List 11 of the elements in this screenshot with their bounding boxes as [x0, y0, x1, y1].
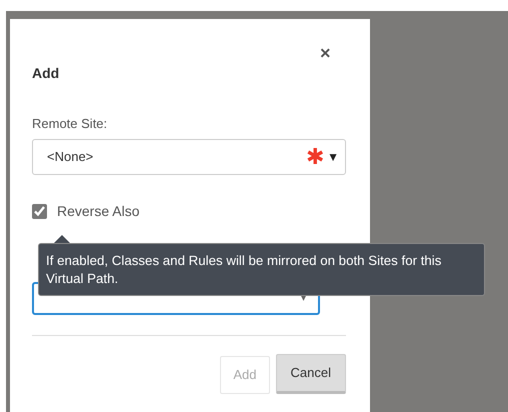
- remote-site-select[interactable]: <None> ✱▼: [32, 138, 346, 174]
- dialog-title: Add: [32, 64, 60, 83]
- select-value: <None>: [47, 148, 94, 166]
- close-button[interactable]: ×: [320, 44, 331, 62]
- checkbox-label: Reverse Also: [57, 202, 140, 220]
- reverse-also-checkbox[interactable]: [32, 204, 47, 218]
- field-label: Remote Site:: [32, 115, 108, 133]
- cancel-button[interactable]: Cancel: [276, 354, 346, 394]
- required-icon: ✱: [306, 146, 324, 168]
- tooltip: If enabled, Classes and Rules will be mirrored on both Sites for this Virtual Path.: [38, 243, 485, 296]
- caret-icon: ▼: [327, 148, 339, 166]
